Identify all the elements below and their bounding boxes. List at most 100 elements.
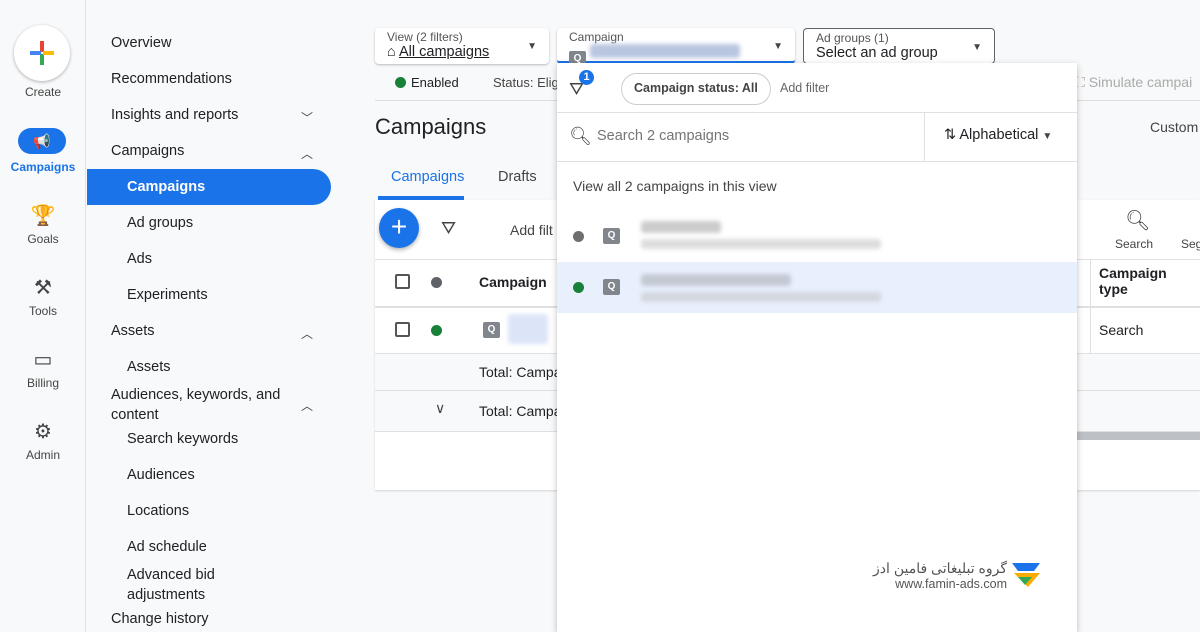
campaign-search-input[interactable] — [597, 125, 917, 147]
dropdown-arrow-icon: ▼ — [1042, 131, 1053, 142]
campaign-option-selected[interactable]: Q — [557, 262, 1077, 313]
nav-campaigns[interactable]: Campaigns — [87, 169, 331, 205]
chevron-down-icon[interactable]: ﹀ — [301, 109, 313, 126]
divider — [924, 113, 925, 161]
sort-icon: ⇅ — [944, 127, 960, 143]
create-button[interactable] — [14, 25, 70, 81]
chevron-up-icon[interactable]: ︿ — [301, 145, 313, 162]
view-value: All campaigns — [399, 44, 490, 60]
campaign-option[interactable]: Q — [557, 211, 1077, 261]
campaign-selector[interactable]: Campaign Q ▼ — [557, 28, 795, 67]
rail-campaigns[interactable]: Campaigns — [0, 160, 86, 174]
select-all-checkbox[interactable] — [395, 274, 410, 289]
rail-billing[interactable]: Billing — [0, 376, 86, 390]
campaign-link-blurred[interactable] — [508, 314, 548, 344]
nav-ad-schedule[interactable]: Ad schedule — [127, 539, 207, 555]
rail-admin[interactable]: Admin — [0, 448, 86, 462]
chevron-down-icon[interactable]: ∨ — [435, 400, 445, 417]
nav-audiences[interactable]: Audiences — [127, 467, 195, 483]
campaign-name-blurred — [641, 274, 791, 286]
view-selector[interactable]: View (2 filters) ⌂ All campaigns ▼ — [375, 28, 549, 64]
gear-icon: ⚙ — [34, 421, 52, 443]
eligibility-status: Status: Elig — [493, 75, 559, 90]
tab-campaigns[interactable]: Campaigns — [391, 169, 464, 185]
simulate-button[interactable]: Simulate campai — [1089, 74, 1193, 90]
plus-icon — [30, 41, 54, 65]
page-title: Campaigns — [375, 114, 487, 139]
paused-icon — [573, 231, 584, 242]
campaign-type-value: Search — [1099, 322, 1144, 338]
adgroups-label: Ad groups (1) — [816, 31, 889, 45]
filter-icon[interactable]: ⛛ — [441, 218, 456, 239]
trophy-icon: 🏆 — [30, 205, 56, 227]
search-icon[interactable]: 🔍︎ — [1125, 208, 1150, 233]
home-icon: ⌂ — [387, 44, 396, 60]
nav-assets[interactable]: Assets — [127, 359, 171, 375]
megaphone-icon[interactable]: 📢 — [18, 128, 66, 154]
search-button[interactable]: Search — [1115, 237, 1153, 251]
enabled-status: Enabled — [411, 75, 459, 90]
ad-group-selector[interactable]: Ad groups (1) Select an ad group ▼ — [803, 28, 995, 64]
search-campaign-icon: Q — [603, 279, 620, 295]
watermark-text: گروه تبلیغاتی فامین ادز — [873, 560, 1007, 576]
credit-card-icon: ▭ — [33, 349, 53, 371]
view-label: View (2 filters) — [387, 30, 463, 44]
view-all-campaigns-link[interactable]: View all 2 campaigns in this view — [573, 178, 777, 194]
tools-icon: ⚒ — [34, 277, 52, 299]
col-campaign[interactable]: Campaign — [479, 274, 547, 290]
total-row: Total: Campa — [479, 364, 562, 380]
status-header-dot — [431, 277, 442, 288]
nav-experiments[interactable]: Experiments — [127, 287, 208, 303]
segment-button[interactable]: Seg — [1181, 237, 1200, 251]
campaign-name-blurred — [641, 221, 721, 233]
chevron-up-icon[interactable]: ︿ — [301, 325, 313, 342]
search-campaign-icon: Q — [483, 322, 500, 338]
dropdown-arrow-icon: ▼ — [972, 42, 982, 53]
nav-assets-group[interactable]: Assets — [111, 323, 155, 339]
simulate-icon: ⛶ — [1075, 74, 1089, 90]
rail-tools[interactable]: Tools — [0, 304, 86, 318]
dropdown-arrow-icon: ▼ — [527, 41, 537, 52]
enabled-dot — [395, 77, 406, 88]
nav-change-history[interactable]: Change history — [111, 611, 209, 627]
campaign-id-blurred — [641, 292, 881, 302]
horizontal-scrollbar[interactable] — [1077, 432, 1200, 440]
watermark-logo: گروه تبلیغاتی فامین ادز www.famin-ads.co… — [872, 560, 1007, 591]
campaign-id-blurred — [641, 239, 881, 249]
dropdown-arrow-icon: ▼ — [773, 41, 783, 52]
divider — [557, 112, 1077, 113]
col-campaign-type[interactable]: Campaign type — [1099, 265, 1179, 297]
add-filter-button[interactable]: Add filter — [780, 81, 829, 95]
tab-drafts[interactable]: Drafts — [498, 169, 537, 185]
divider — [557, 161, 1077, 162]
campaign-status-chip[interactable]: Campaign status: All — [621, 73, 771, 105]
nav-recommendations[interactable]: Recommendations — [111, 71, 232, 87]
nav-search-keywords[interactable]: Search keywords — [127, 431, 238, 447]
chevron-up-icon[interactable]: ︿ — [301, 397, 313, 414]
sidebar-nav: Overview Recommendations Insights and re… — [87, 0, 347, 632]
sort-value: Alphabetical — [959, 127, 1039, 143]
nav-overview[interactable]: Overview — [111, 35, 171, 51]
row-checkbox[interactable] — [395, 322, 410, 337]
left-rail: Create 📢 Campaigns 🏆 Goals ⚒ Tools ▭ Bil… — [0, 0, 86, 632]
nav-advanced-bid[interactable]: Advanced bid adjustments — [127, 565, 257, 605]
rail-goals[interactable]: Goals — [0, 232, 86, 246]
nav-locations[interactable]: Locations — [127, 503, 189, 519]
search-icon: 🔍︎ — [569, 126, 592, 146]
create-label: Create — [24, 85, 62, 99]
custom-columns[interactable]: Custom — [1150, 119, 1198, 135]
campaign-name-blurred — [589, 44, 740, 58]
add-filter-button[interactable]: Add filt — [510, 222, 553, 238]
nav-insights[interactable]: Insights and reports — [111, 107, 238, 123]
nav-audiences-group[interactable]: Audiences, keywords, and content — [111, 385, 296, 425]
nav-ads[interactable]: Ads — [127, 251, 152, 267]
nav-ad-groups[interactable]: Ad groups — [127, 215, 193, 231]
add-campaign-button[interactable]: + — [379, 208, 419, 248]
campaign-label: Campaign — [569, 30, 624, 44]
nav-campaigns-group[interactable]: Campaigns — [111, 143, 184, 159]
filter-count-badge: 1 — [579, 70, 594, 85]
watermark-url: www.famin-ads.com — [895, 577, 1007, 591]
enabled-dot — [431, 325, 442, 336]
sort-dropdown[interactable]: ⇅ Alphabetical ▼ — [944, 127, 1052, 143]
campaign-picker-panel: ⛛ 1 Campaign status: All Add filter 🔍︎ ⇅… — [557, 63, 1077, 632]
